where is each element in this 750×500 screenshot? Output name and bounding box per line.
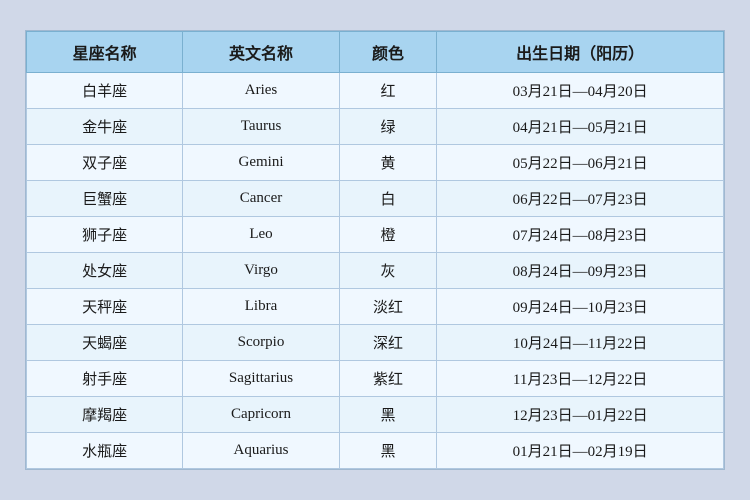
cell-english-name: Leo [183,217,340,253]
table-body: 白羊座Aries红03月21日—04月20日金牛座Taurus绿04月21日—0… [27,73,724,469]
cell-chinese-name: 天蝎座 [27,325,183,361]
cell-color: 黑 [339,433,436,469]
cell-date: 10月24日—11月22日 [437,325,724,361]
cell-english-name: Aquarius [183,433,340,469]
cell-color: 淡红 [339,289,436,325]
zodiac-table-container: 星座名称 英文名称 颜色 出生日期（阳历） 白羊座Aries红03月21日—04… [25,30,725,470]
cell-date: 01月21日—02月19日 [437,433,724,469]
cell-english-name: Cancer [183,181,340,217]
cell-color: 深红 [339,325,436,361]
cell-date: 07月24日—08月23日 [437,217,724,253]
cell-chinese-name: 狮子座 [27,217,183,253]
table-row: 天蝎座Scorpio深红10月24日—11月22日 [27,325,724,361]
cell-color: 橙 [339,217,436,253]
cell-chinese-name: 双子座 [27,145,183,181]
cell-english-name: Sagittarius [183,361,340,397]
cell-color: 黄 [339,145,436,181]
cell-date: 11月23日—12月22日 [437,361,724,397]
cell-color: 红 [339,73,436,109]
table-row: 摩羯座Capricorn黑12月23日—01月22日 [27,397,724,433]
table-row: 金牛座Taurus绿04月21日—05月21日 [27,109,724,145]
cell-color: 绿 [339,109,436,145]
cell-date: 09月24日—10月23日 [437,289,724,325]
zodiac-table: 星座名称 英文名称 颜色 出生日期（阳历） 白羊座Aries红03月21日—04… [26,31,724,469]
cell-chinese-name: 巨蟹座 [27,181,183,217]
table-row: 射手座Sagittarius紫红11月23日—12月22日 [27,361,724,397]
cell-english-name: Gemini [183,145,340,181]
cell-chinese-name: 摩羯座 [27,397,183,433]
cell-english-name: Capricorn [183,397,340,433]
table-header-row: 星座名称 英文名称 颜色 出生日期（阳历） [27,32,724,73]
cell-date: 03月21日—04月20日 [437,73,724,109]
table-row: 巨蟹座Cancer白06月22日—07月23日 [27,181,724,217]
cell-color: 黑 [339,397,436,433]
cell-chinese-name: 射手座 [27,361,183,397]
cell-english-name: Libra [183,289,340,325]
cell-chinese-name: 金牛座 [27,109,183,145]
cell-english-name: Aries [183,73,340,109]
col-header-color: 颜色 [339,32,436,73]
cell-chinese-name: 白羊座 [27,73,183,109]
cell-chinese-name: 天秤座 [27,289,183,325]
cell-color: 灰 [339,253,436,289]
table-row: 白羊座Aries红03月21日—04月20日 [27,73,724,109]
cell-chinese-name: 水瓶座 [27,433,183,469]
col-header-chinese: 星座名称 [27,32,183,73]
cell-english-name: Taurus [183,109,340,145]
cell-date: 12月23日—01月22日 [437,397,724,433]
cell-english-name: Virgo [183,253,340,289]
cell-date: 06月22日—07月23日 [437,181,724,217]
cell-date: 05月22日—06月21日 [437,145,724,181]
cell-date: 08月24日—09月23日 [437,253,724,289]
table-row: 双子座Gemini黄05月22日—06月21日 [27,145,724,181]
cell-chinese-name: 处女座 [27,253,183,289]
table-row: 处女座Virgo灰08月24日—09月23日 [27,253,724,289]
cell-date: 04月21日—05月21日 [437,109,724,145]
table-row: 天秤座Libra淡红09月24日—10月23日 [27,289,724,325]
table-row: 水瓶座Aquarius黑01月21日—02月19日 [27,433,724,469]
col-header-date: 出生日期（阳历） [437,32,724,73]
table-row: 狮子座Leo橙07月24日—08月23日 [27,217,724,253]
col-header-english: 英文名称 [183,32,340,73]
cell-color: 白 [339,181,436,217]
cell-color: 紫红 [339,361,436,397]
cell-english-name: Scorpio [183,325,340,361]
